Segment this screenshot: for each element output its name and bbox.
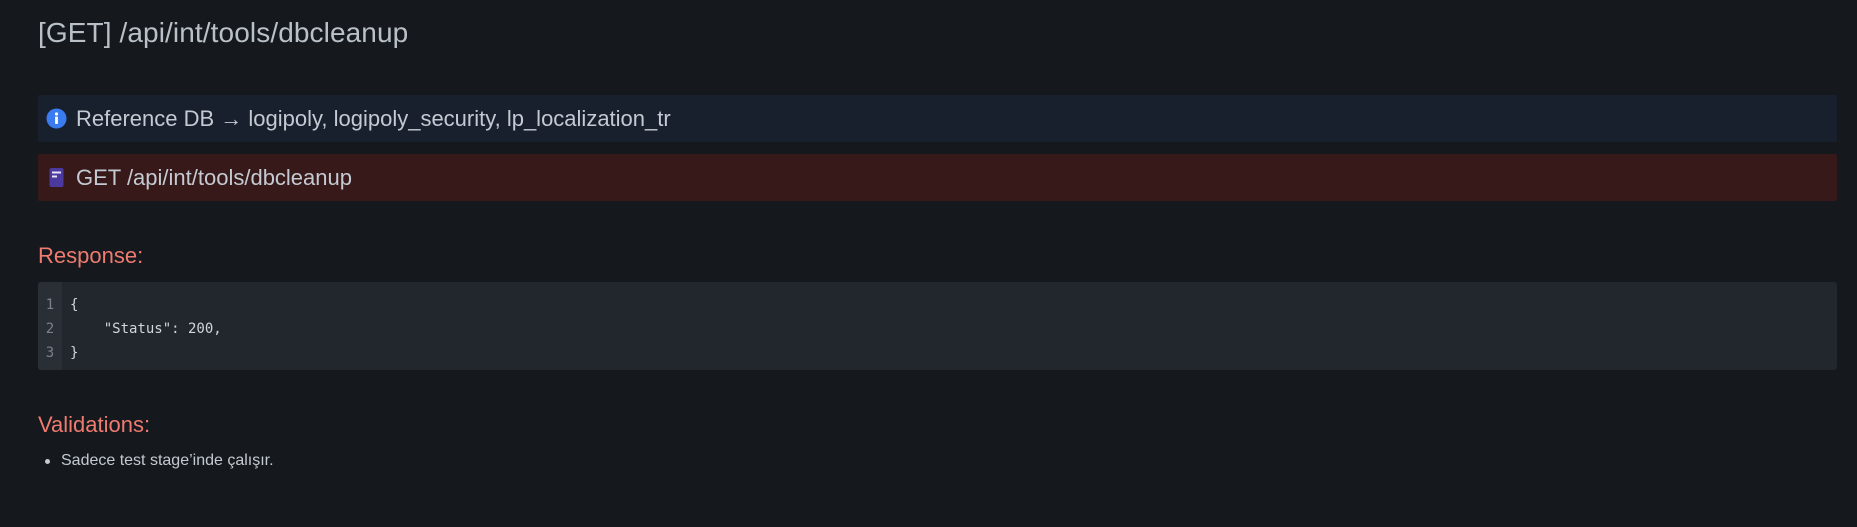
code-lines: { "Status": 200, } bbox=[62, 282, 222, 370]
line-number: 3 bbox=[45, 345, 55, 361]
bullet-icon bbox=[45, 459, 50, 464]
line-number: 1 bbox=[45, 297, 55, 313]
code-line: { bbox=[70, 297, 79, 313]
reference-db-text: Reference DB → logipoly, logipoly_securi… bbox=[76, 105, 671, 131]
response-code-block[interactable]: 1 2 3 { "Status": 200, } bbox=[38, 282, 1837, 370]
document-icon bbox=[46, 167, 67, 188]
response-heading: Response: bbox=[38, 243, 144, 268]
code-line: } bbox=[70, 345, 79, 361]
line-number-gutter: 1 2 3 bbox=[38, 282, 62, 370]
validations-heading: Validations: bbox=[38, 412, 151, 437]
code-line: "Status": 200, bbox=[70, 321, 222, 337]
line-number: 2 bbox=[45, 321, 55, 337]
page-title: [GET] /api/int/tools/dbcleanup bbox=[38, 17, 409, 48]
info-circle-icon bbox=[46, 108, 67, 129]
reference-db-callout: Reference DB → logipoly, logipoly_securi… bbox=[38, 95, 1837, 142]
validations-list: Sadece test stage’inde çalışır. bbox=[38, 449, 274, 473]
validation-text: Sadece test stage’inde çalışır. bbox=[61, 452, 274, 469]
list-item: Sadece test stage’inde çalışır. bbox=[38, 449, 274, 473]
endpoint-text: GET /api/int/tools/dbcleanup bbox=[76, 164, 352, 190]
endpoint-callout: GET /api/int/tools/dbcleanup bbox=[38, 154, 1837, 201]
